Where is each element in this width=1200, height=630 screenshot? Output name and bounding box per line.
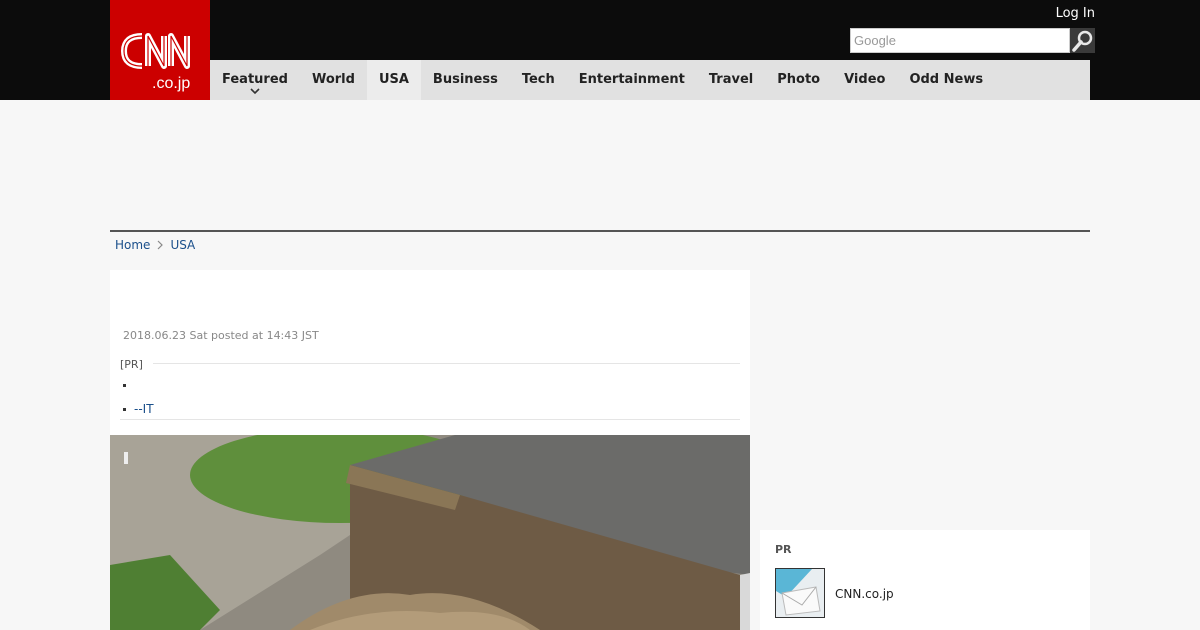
list-item: [120, 373, 154, 397]
search-box: [850, 28, 1095, 53]
nav-travel[interactable]: Travel: [697, 60, 765, 100]
nav-tech[interactable]: Tech: [510, 60, 567, 100]
svg-text:.co.jp: .co.jp: [152, 75, 190, 92]
list-item: --IT: [120, 397, 154, 421]
magnifier-icon: [1072, 30, 1093, 52]
nav-video[interactable]: Video: [832, 60, 897, 100]
pr-thumbnail[interactable]: [775, 568, 825, 618]
nav-odd-news[interactable]: Odd News: [897, 60, 995, 100]
pr-divider-bottom: [120, 419, 740, 420]
main-nav: Featured World USA Business Tech Enterta…: [210, 60, 1090, 100]
pr-link[interactable]: --IT: [134, 402, 154, 416]
article-photo[interactable]: [110, 435, 750, 630]
nav-photo[interactable]: Photo: [765, 60, 832, 100]
nav-world[interactable]: World: [300, 60, 367, 100]
cnn-logo[interactable]: .co.jp: [110, 0, 210, 100]
sidebar-pr-link[interactable]: CNN.co.jp: [835, 587, 894, 601]
breadcrumb-usa[interactable]: USA: [170, 238, 195, 252]
ad-divider: [110, 230, 1090, 232]
nav-business[interactable]: Business: [421, 60, 510, 100]
top-header: .co.jp Log In Featured World USA Busines…: [0, 0, 1200, 100]
breadcrumb-home[interactable]: Home: [115, 238, 150, 252]
nav-usa[interactable]: USA: [366, 60, 421, 100]
sidebar-pr-label: PR: [775, 543, 792, 556]
nav-featured[interactable]: Featured: [210, 60, 300, 100]
envelope-icon: [776, 569, 824, 617]
bullet-icon: [123, 408, 126, 411]
pr-label: [PR]: [120, 358, 143, 371]
bullet-icon: [123, 384, 126, 387]
article-timestamp: 2018.06.23 Sat posted at 14:43 JST: [123, 329, 319, 342]
chevron-right-icon: [158, 240, 164, 250]
search-input[interactable]: [850, 28, 1070, 53]
nav-entertainment[interactable]: Entertainment: [567, 60, 697, 100]
article-card: 2018.06.23 Sat posted at 14:43 JST [PR] …: [110, 270, 750, 630]
sidebar-pr-box: PR CNN.co.jp: [760, 530, 1090, 630]
pr-divider-top: [153, 363, 740, 364]
nav-featured-label: Featured: [222, 72, 288, 87]
cnn-logo-icon: .co.jp: [120, 33, 190, 92]
pr-link-list: --IT: [120, 373, 154, 421]
chevron-down-icon: [250, 88, 260, 95]
login-link[interactable]: Log In: [1056, 6, 1095, 21]
breadcrumb: Home USA: [115, 238, 195, 252]
search-button[interactable]: [1070, 28, 1095, 53]
